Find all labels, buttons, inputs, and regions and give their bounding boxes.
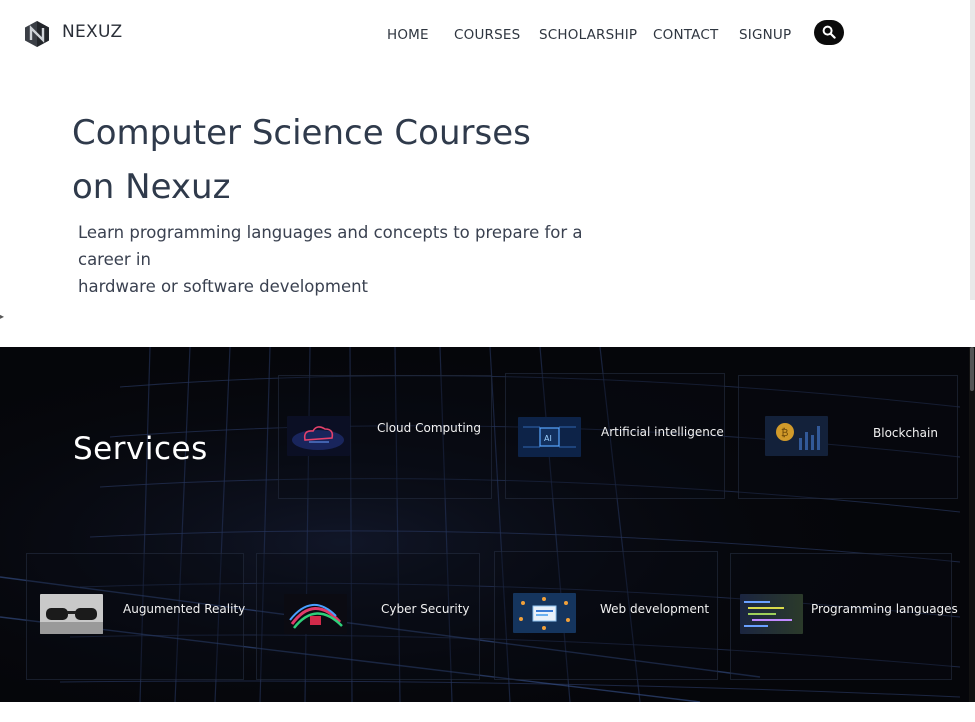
nav-home[interactable]: HOME <box>387 27 429 43</box>
svg-text:₿: ₿ <box>781 427 788 439</box>
nexuz-logo-icon[interactable] <box>24 20 50 48</box>
site-header: NEXUZ HOME COURSES SCHOLARSHIP CONTACT S… <box>0 0 975 70</box>
service-card-blockchain[interactable]: ₿ Blockchain <box>738 375 958 499</box>
brand-name[interactable]: NEXUZ <box>62 22 122 42</box>
page-title: Computer Science Courses on Nexuz <box>72 106 592 214</box>
cyber-lock-image <box>284 594 347 634</box>
bitcoin-image: ₿ <box>765 416 828 456</box>
nav-courses[interactable]: COURSES <box>454 27 520 43</box>
service-label: Web development <box>600 602 710 616</box>
service-card-cyber-security[interactable]: Cyber Security <box>256 553 480 680</box>
service-card-web-development[interactable]: Web development <box>494 551 718 680</box>
services-section: Services Cloud Computing AI Artificial i… <box>0 347 975 702</box>
page-subtitle: Learn programming languages and concepts… <box>78 219 638 300</box>
search-icon <box>822 25 836 39</box>
nav-signup[interactable]: SIGNUP <box>739 27 791 43</box>
ai-chip-image: AI <box>518 417 581 457</box>
page-title-line2: on Nexuz <box>72 167 231 207</box>
nav-contact[interactable]: CONTACT <box>653 27 718 43</box>
page-title-line1: Computer Science Courses <box>72 113 531 153</box>
scrollbar-thumb[interactable] <box>970 347 974 391</box>
page-bottom-strip <box>0 702 975 722</box>
page-subtitle-line2: hardware or software development <box>78 277 369 296</box>
nav-scholarship[interactable]: SCHOLARSHIP <box>539 27 637 43</box>
service-label: Artificial intelligence <box>601 425 724 439</box>
ar-glasses-image <box>40 594 103 634</box>
code-screen-image <box>740 594 803 634</box>
service-label: Cyber Security <box>381 602 470 616</box>
service-label: Blockchain <box>873 426 938 440</box>
service-label: Programming languages <box>811 602 958 616</box>
web-dev-image <box>513 593 576 633</box>
search-button[interactable] <box>814 20 844 45</box>
service-card-programming-languages[interactable]: Programming languages <box>730 553 958 680</box>
service-card-cloud-computing[interactable]: Cloud Computing <box>278 375 492 499</box>
service-card-artificial-intelligence[interactable]: AI Artificial intelligence <box>505 373 725 499</box>
page-scrollbar-track[interactable] <box>970 0 975 300</box>
service-card-augumented-reality[interactable]: Augumented Reality <box>26 553 246 680</box>
services-heading: Services <box>73 431 208 467</box>
mouse-cursor-icon: ▸ <box>0 312 5 321</box>
svg-text:AI: AI <box>544 434 552 443</box>
page-subtitle-line1: Learn programming languages and concepts… <box>78 223 583 269</box>
service-label: Augumented Reality <box>123 602 246 616</box>
scrollbar[interactable] <box>969 347 975 702</box>
cloud-image <box>287 416 350 456</box>
service-label: Cloud Computing <box>377 421 481 435</box>
